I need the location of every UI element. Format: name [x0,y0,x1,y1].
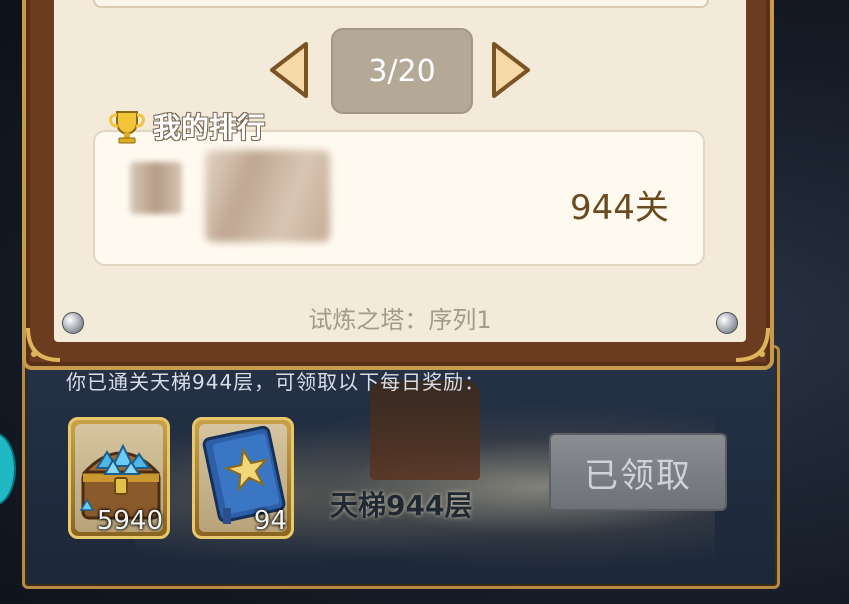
blurred-player-name [205,150,330,242]
reward-item-chest[interactable]: 5940 [68,417,170,539]
claimed-button[interactable]: 已领取 [549,433,727,511]
my-rank-value: 944关 [570,188,669,228]
rivet-icon [62,312,84,334]
ranking-list-box [93,0,709,8]
blurred-rank-number [130,162,182,214]
reward-item-book[interactable]: 94 [192,417,294,539]
my-rank-title: 我的排行 [153,111,266,144]
reward-item-count: 94 [253,506,287,536]
character-figure [370,380,480,480]
my-rank-header: 我的排行 [107,106,265,146]
reward-item-count: 5940 [96,506,163,536]
prev-page-arrow-icon[interactable] [266,40,312,100]
rivet-icon [716,312,738,334]
ladder-floor-label: 天梯944层 [330,489,473,522]
next-page-arrow-icon[interactable] [488,40,534,100]
page-indicator: 3/20 [331,28,473,114]
trophy-icon [109,111,145,144]
tower-sequence-label: 试炼之塔：序列1 [308,306,492,334]
